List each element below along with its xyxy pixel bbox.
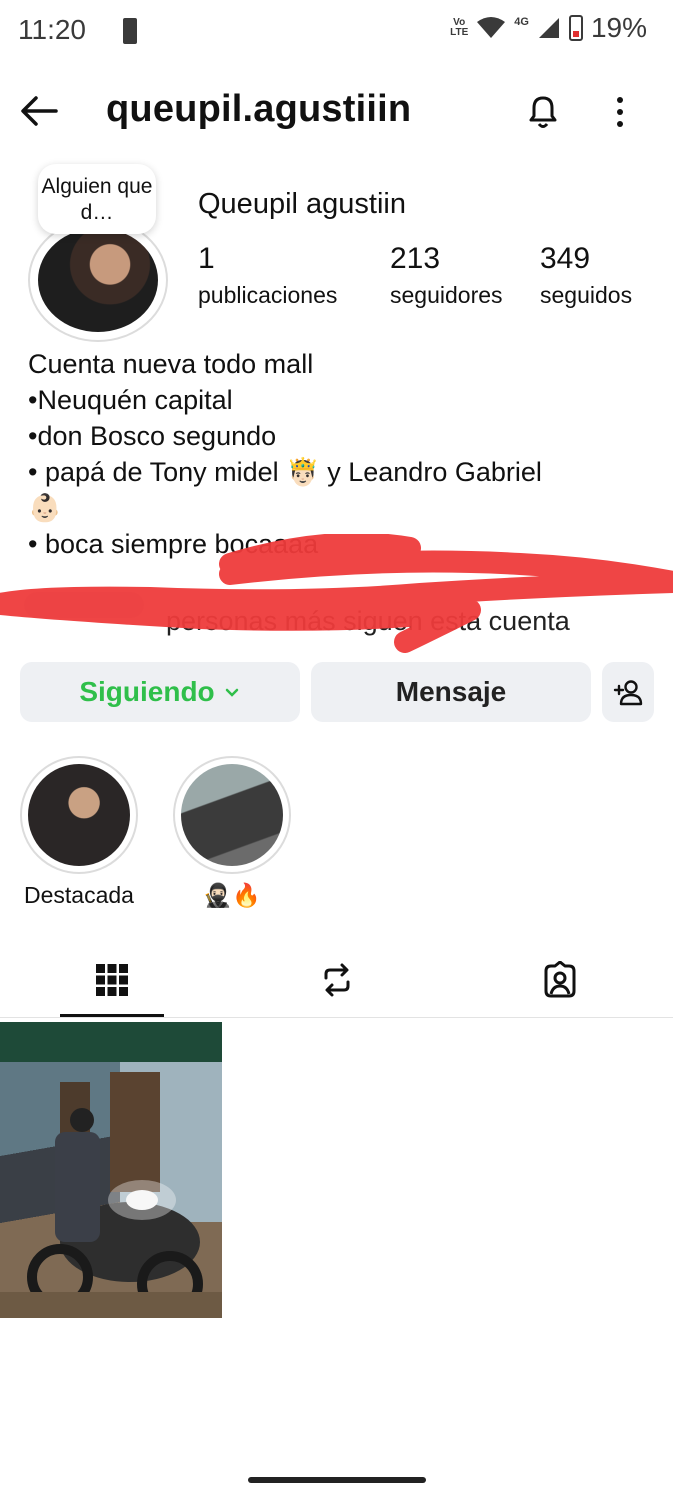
avatar[interactable] (38, 228, 158, 332)
tab-posts-grid[interactable] (57, 950, 167, 1010)
grid-icon (96, 964, 128, 996)
suggested-users-button[interactable] (602, 662, 654, 722)
battery-icon (568, 15, 583, 41)
add-user-icon (613, 680, 643, 706)
followers-count[interactable]: 213 (390, 242, 440, 276)
gesture-home-bar[interactable] (248, 1477, 426, 1483)
following-label: Siguiendo (79, 676, 215, 707)
full-name: Queupil agustiin (198, 188, 406, 220)
volte-badge: Vo LTE (450, 17, 469, 38)
network-type: 4G (514, 16, 529, 28)
mutual-followers-avatars[interactable] (24, 592, 144, 618)
note-bubble[interactable]: Alguien que d… (38, 164, 156, 234)
more-vertical-icon[interactable] (604, 92, 636, 132)
post-image (0, 1022, 222, 1318)
highlight-cover (181, 764, 283, 866)
following-button[interactable]: Siguiendo (20, 662, 300, 722)
tagged-person-icon (544, 961, 576, 998)
tab-divider (0, 1017, 673, 1018)
following-label[interactable]: seguidos (540, 282, 632, 309)
battery-percent: 19% (590, 12, 647, 43)
back-arrow-icon[interactable] (16, 88, 62, 134)
wifi-icon (477, 17, 506, 38)
bio: Cuenta nueva todo mall •Neuquén capital … (28, 349, 542, 559)
posts-label[interactable]: publicaciones (198, 282, 337, 309)
post-thumbnail[interactable] (0, 1022, 222, 1318)
bell-icon[interactable] (520, 88, 566, 134)
profile-username: queupil.agustiiin (106, 88, 412, 130)
alert-icon (123, 18, 137, 44)
followers-label[interactable]: seguidores (390, 282, 503, 309)
status-time: 11:20 (18, 14, 86, 45)
signal-icon (538, 18, 559, 38)
chevron-down-icon (225, 688, 238, 697)
status-icons: Vo LTE 4G 19% (450, 12, 647, 44)
following-count[interactable]: 349 (540, 242, 590, 276)
message-button[interactable]: Mensaje (311, 662, 591, 722)
tab-tagged[interactable] (505, 950, 615, 1010)
highlight-label[interactable]: 🥷🏻🔥 (157, 882, 307, 909)
highlight-cover (28, 764, 130, 866)
message-label: Mensaje (395, 676, 507, 707)
posts-count[interactable]: 1 (198, 242, 215, 276)
highlight-item[interactable] (173, 756, 291, 874)
highlight-label[interactable]: Destacada (4, 882, 154, 909)
followed-by-text[interactable]: personas más siguen esta cuenta (166, 606, 570, 637)
repost-icon (324, 963, 350, 997)
tab-reposts[interactable] (282, 950, 392, 1010)
highlight-item[interactable] (20, 756, 138, 874)
